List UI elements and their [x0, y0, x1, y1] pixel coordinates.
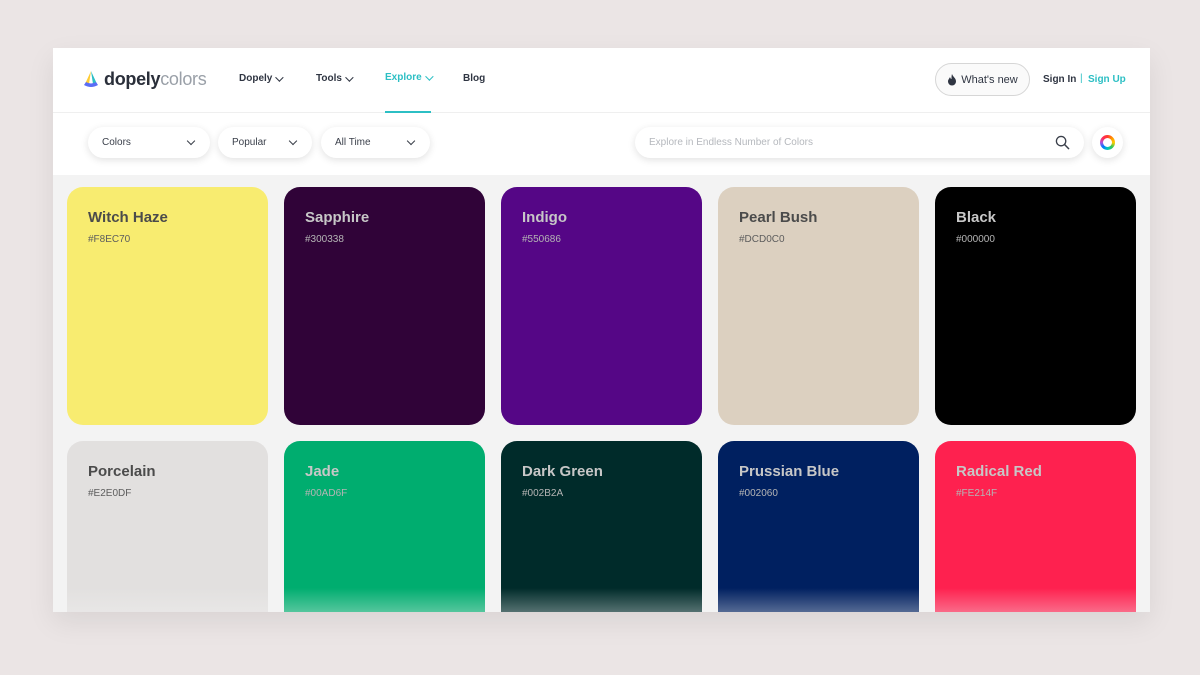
- logo[interactable]: dopely colors: [81, 68, 207, 90]
- color-name: Radical Red: [956, 463, 1042, 480]
- color-hex: #DCD0C0: [739, 234, 785, 245]
- color-hex: #F8EC70: [88, 234, 131, 245]
- color-hex: #300338: [305, 234, 344, 245]
- time-dropdown[interactable]: All Time: [321, 127, 430, 158]
- sign-up-link[interactable]: Sign Up: [1088, 74, 1126, 85]
- top-navbar: dopely colors Dopely Tools Explore Blog W…: [53, 48, 1150, 113]
- nav-dopely[interactable]: Dopely: [239, 72, 285, 84]
- chevron-down-icon: [345, 72, 354, 82]
- color-name: Black: [956, 209, 997, 226]
- sort-dropdown[interactable]: Popular: [218, 127, 312, 158]
- color-picker-button[interactable]: [1092, 127, 1123, 158]
- dopely-logo-icon: [84, 71, 98, 87]
- chevron-down-icon: [288, 136, 298, 146]
- color-name: Prussian Blue: [739, 463, 840, 480]
- color-name: Dark Green: [522, 463, 603, 480]
- nav-dopely-label: Dopely: [239, 73, 273, 84]
- color-hex: #550686: [522, 234, 561, 245]
- time-dropdown-value: All Time: [335, 137, 371, 148]
- logo-text-colors: colors: [160, 68, 207, 89]
- chevron-down-icon: [406, 136, 416, 146]
- type-dropdown[interactable]: Colors: [88, 127, 210, 158]
- color-name: Sapphire: [305, 209, 370, 226]
- logo-text-dopely: dopely: [104, 68, 161, 89]
- color-name: Pearl Bush: [739, 209, 818, 226]
- color-hex: #FE214F: [956, 488, 998, 499]
- color-card[interactable]: Sapphire #300338: [284, 187, 485, 425]
- auth-separator: |: [1080, 73, 1083, 84]
- color-hex: #00AD6F: [305, 488, 348, 499]
- nav-explore-label: Explore: [385, 72, 422, 83]
- color-name: Porcelain: [88, 463, 156, 480]
- nav-blog[interactable]: Blog: [463, 73, 485, 84]
- sort-dropdown-value: Popular: [232, 137, 267, 148]
- search-bar: [635, 127, 1084, 158]
- color-card[interactable]: Prussian Blue #002060: [718, 441, 919, 612]
- chevron-down-icon: [186, 136, 196, 146]
- color-wheel-icon: [1100, 135, 1115, 150]
- color-card[interactable]: Jade #00AD6F: [284, 441, 485, 612]
- color-card[interactable]: Radical Red #FE214F: [935, 441, 1136, 612]
- color-name: Indigo: [522, 209, 567, 226]
- color-name: Witch Haze: [88, 209, 168, 226]
- color-card[interactable]: Pearl Bush #DCD0C0: [718, 187, 919, 425]
- type-dropdown-value: Colors: [102, 137, 131, 148]
- chevron-down-icon: [275, 72, 285, 82]
- nav-explore[interactable]: Explore: [385, 71, 434, 83]
- color-name: Jade: [305, 463, 340, 480]
- fire-icon: [948, 73, 957, 85]
- color-card[interactable]: Porcelain #E2E0DF: [67, 441, 268, 612]
- whats-new-button[interactable]: What's new: [935, 63, 1030, 96]
- nav-tools[interactable]: Tools: [316, 72, 354, 84]
- search-input[interactable]: [649, 127, 1039, 158]
- nav-tools-label: Tools: [316, 73, 342, 84]
- app-window: dopely colors Dopely Tools Explore Blog W…: [53, 48, 1150, 612]
- color-hex: #002060: [739, 488, 778, 499]
- color-card[interactable]: Indigo #550686: [501, 187, 702, 425]
- color-hex: #002B2A: [522, 488, 564, 499]
- color-card[interactable]: Black #000000: [935, 187, 1136, 425]
- filter-bar: Colors Popular All Time: [53, 113, 1150, 175]
- search-icon[interactable]: [1055, 135, 1070, 150]
- whats-new-label: What's new: [961, 73, 1018, 86]
- sign-in-link[interactable]: Sign In: [1043, 74, 1076, 85]
- color-hex: #000000: [956, 234, 995, 245]
- color-card[interactable]: Dark Green #002B2A: [501, 441, 702, 612]
- color-hex: #E2E0DF: [88, 488, 132, 499]
- color-card[interactable]: Witch Haze #F8EC70: [67, 187, 268, 425]
- nav-blog-label: Blog: [463, 73, 486, 84]
- chevron-down-icon: [424, 71, 434, 81]
